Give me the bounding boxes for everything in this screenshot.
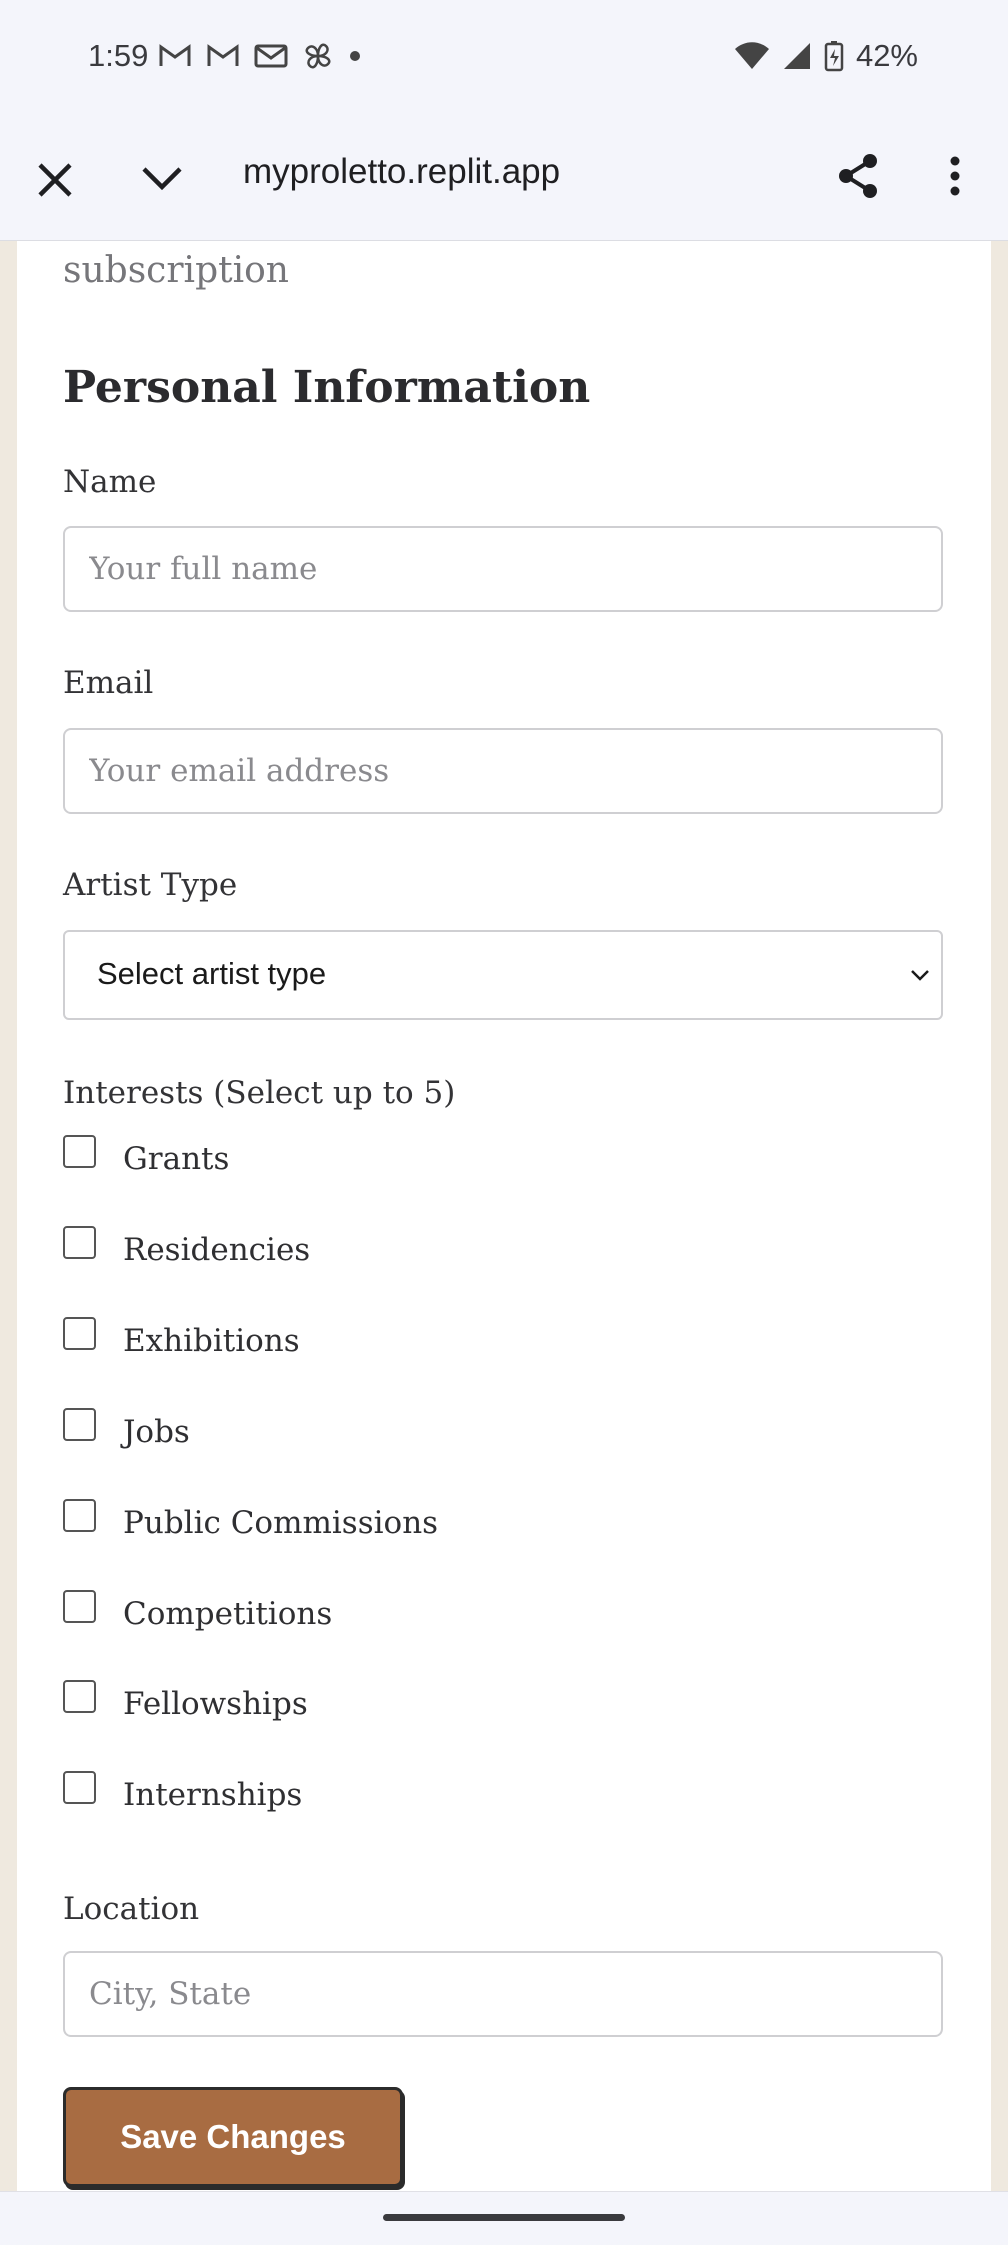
checkbox-label: Residencies bbox=[123, 1232, 311, 1268]
battery-percent: 42% bbox=[855, 38, 918, 73]
checkbox-label: Fellowships bbox=[123, 1686, 308, 1722]
gesture-nav-bar bbox=[0, 2191, 1008, 2245]
dot-icon bbox=[350, 51, 360, 61]
url-text[interactable]: myproletto.replit.app bbox=[243, 152, 560, 192]
email-input[interactable] bbox=[63, 728, 943, 814]
checkbox[interactable] bbox=[63, 1226, 96, 1259]
email-label: Email bbox=[63, 665, 154, 701]
status-bar: 1:59 42% bbox=[0, 0, 1008, 115]
artist-type-label: Artist Type bbox=[63, 867, 238, 903]
close-icon bbox=[38, 163, 72, 197]
location-label: Location bbox=[63, 1891, 200, 1927]
subscription-text: subscription bbox=[63, 250, 289, 291]
checkbox-label: Public Commissions bbox=[123, 1505, 439, 1541]
checkbox-label: Grants bbox=[123, 1141, 230, 1177]
interest-option-residencies[interactable]: Residencies bbox=[63, 1226, 763, 1286]
interest-option-grants[interactable]: Grants bbox=[63, 1135, 763, 1195]
close-button[interactable] bbox=[30, 155, 80, 209]
notification-icons bbox=[158, 40, 362, 72]
interest-option-fellowships[interactable]: Fellowships bbox=[63, 1680, 763, 1740]
location-input[interactable] bbox=[63, 1951, 943, 2037]
minimize-button[interactable] bbox=[138, 159, 186, 203]
interest-option-competitions[interactable]: Competitions bbox=[63, 1590, 763, 1650]
share-icon bbox=[839, 154, 877, 198]
name-input[interactable] bbox=[63, 526, 943, 612]
chevron-down-icon bbox=[911, 970, 929, 981]
name-label: Name bbox=[63, 464, 157, 500]
checkbox[interactable] bbox=[63, 1771, 96, 1804]
share-button[interactable] bbox=[834, 151, 884, 205]
checkbox[interactable] bbox=[63, 1135, 96, 1168]
wifi-icon bbox=[734, 42, 769, 69]
gmail-icon bbox=[207, 44, 239, 66]
status-time: 1:59 bbox=[88, 38, 149, 73]
checkbox[interactable] bbox=[63, 1680, 96, 1713]
artist-type-value: Select artist type bbox=[97, 956, 327, 991]
interest-option-exhibitions[interactable]: Exhibitions bbox=[63, 1317, 763, 1377]
more-options-button[interactable] bbox=[942, 151, 968, 205]
checkbox[interactable] bbox=[63, 1408, 96, 1441]
save-changes-button[interactable]: Save Changes bbox=[63, 2087, 403, 2187]
browser-toolbar: myproletto.replit.app bbox=[0, 115, 1008, 241]
battery-charging-icon bbox=[824, 41, 844, 72]
pinwheel-icon bbox=[305, 43, 331, 69]
checkbox[interactable] bbox=[63, 1317, 96, 1350]
home-handle[interactable] bbox=[383, 2214, 625, 2221]
checkbox-label: Competitions bbox=[123, 1596, 333, 1632]
more-vert-icon bbox=[950, 156, 960, 196]
system-icons: 42% bbox=[734, 38, 918, 74]
interest-option-internships[interactable]: Internships bbox=[63, 1771, 763, 1831]
interests-label: Interests (Select up to 5) bbox=[63, 1075, 456, 1111]
checkbox-label: Jobs bbox=[123, 1414, 190, 1450]
chevron-down-icon bbox=[142, 167, 182, 191]
gmail-icon bbox=[159, 44, 191, 66]
signal-icon bbox=[783, 43, 810, 69]
checkbox-label: Internships bbox=[123, 1777, 303, 1813]
checkbox[interactable] bbox=[63, 1590, 96, 1623]
checkbox-label: Exhibitions bbox=[123, 1323, 300, 1359]
interest-option-public-commissions[interactable]: Public Commissions bbox=[63, 1499, 763, 1559]
mail-icon bbox=[254, 44, 288, 68]
interest-option-jobs[interactable]: Jobs bbox=[63, 1408, 763, 1468]
section-title: Personal Information bbox=[63, 362, 591, 413]
artist-type-select[interactable]: Select artist type bbox=[63, 930, 943, 1020]
checkbox[interactable] bbox=[63, 1499, 96, 1532]
